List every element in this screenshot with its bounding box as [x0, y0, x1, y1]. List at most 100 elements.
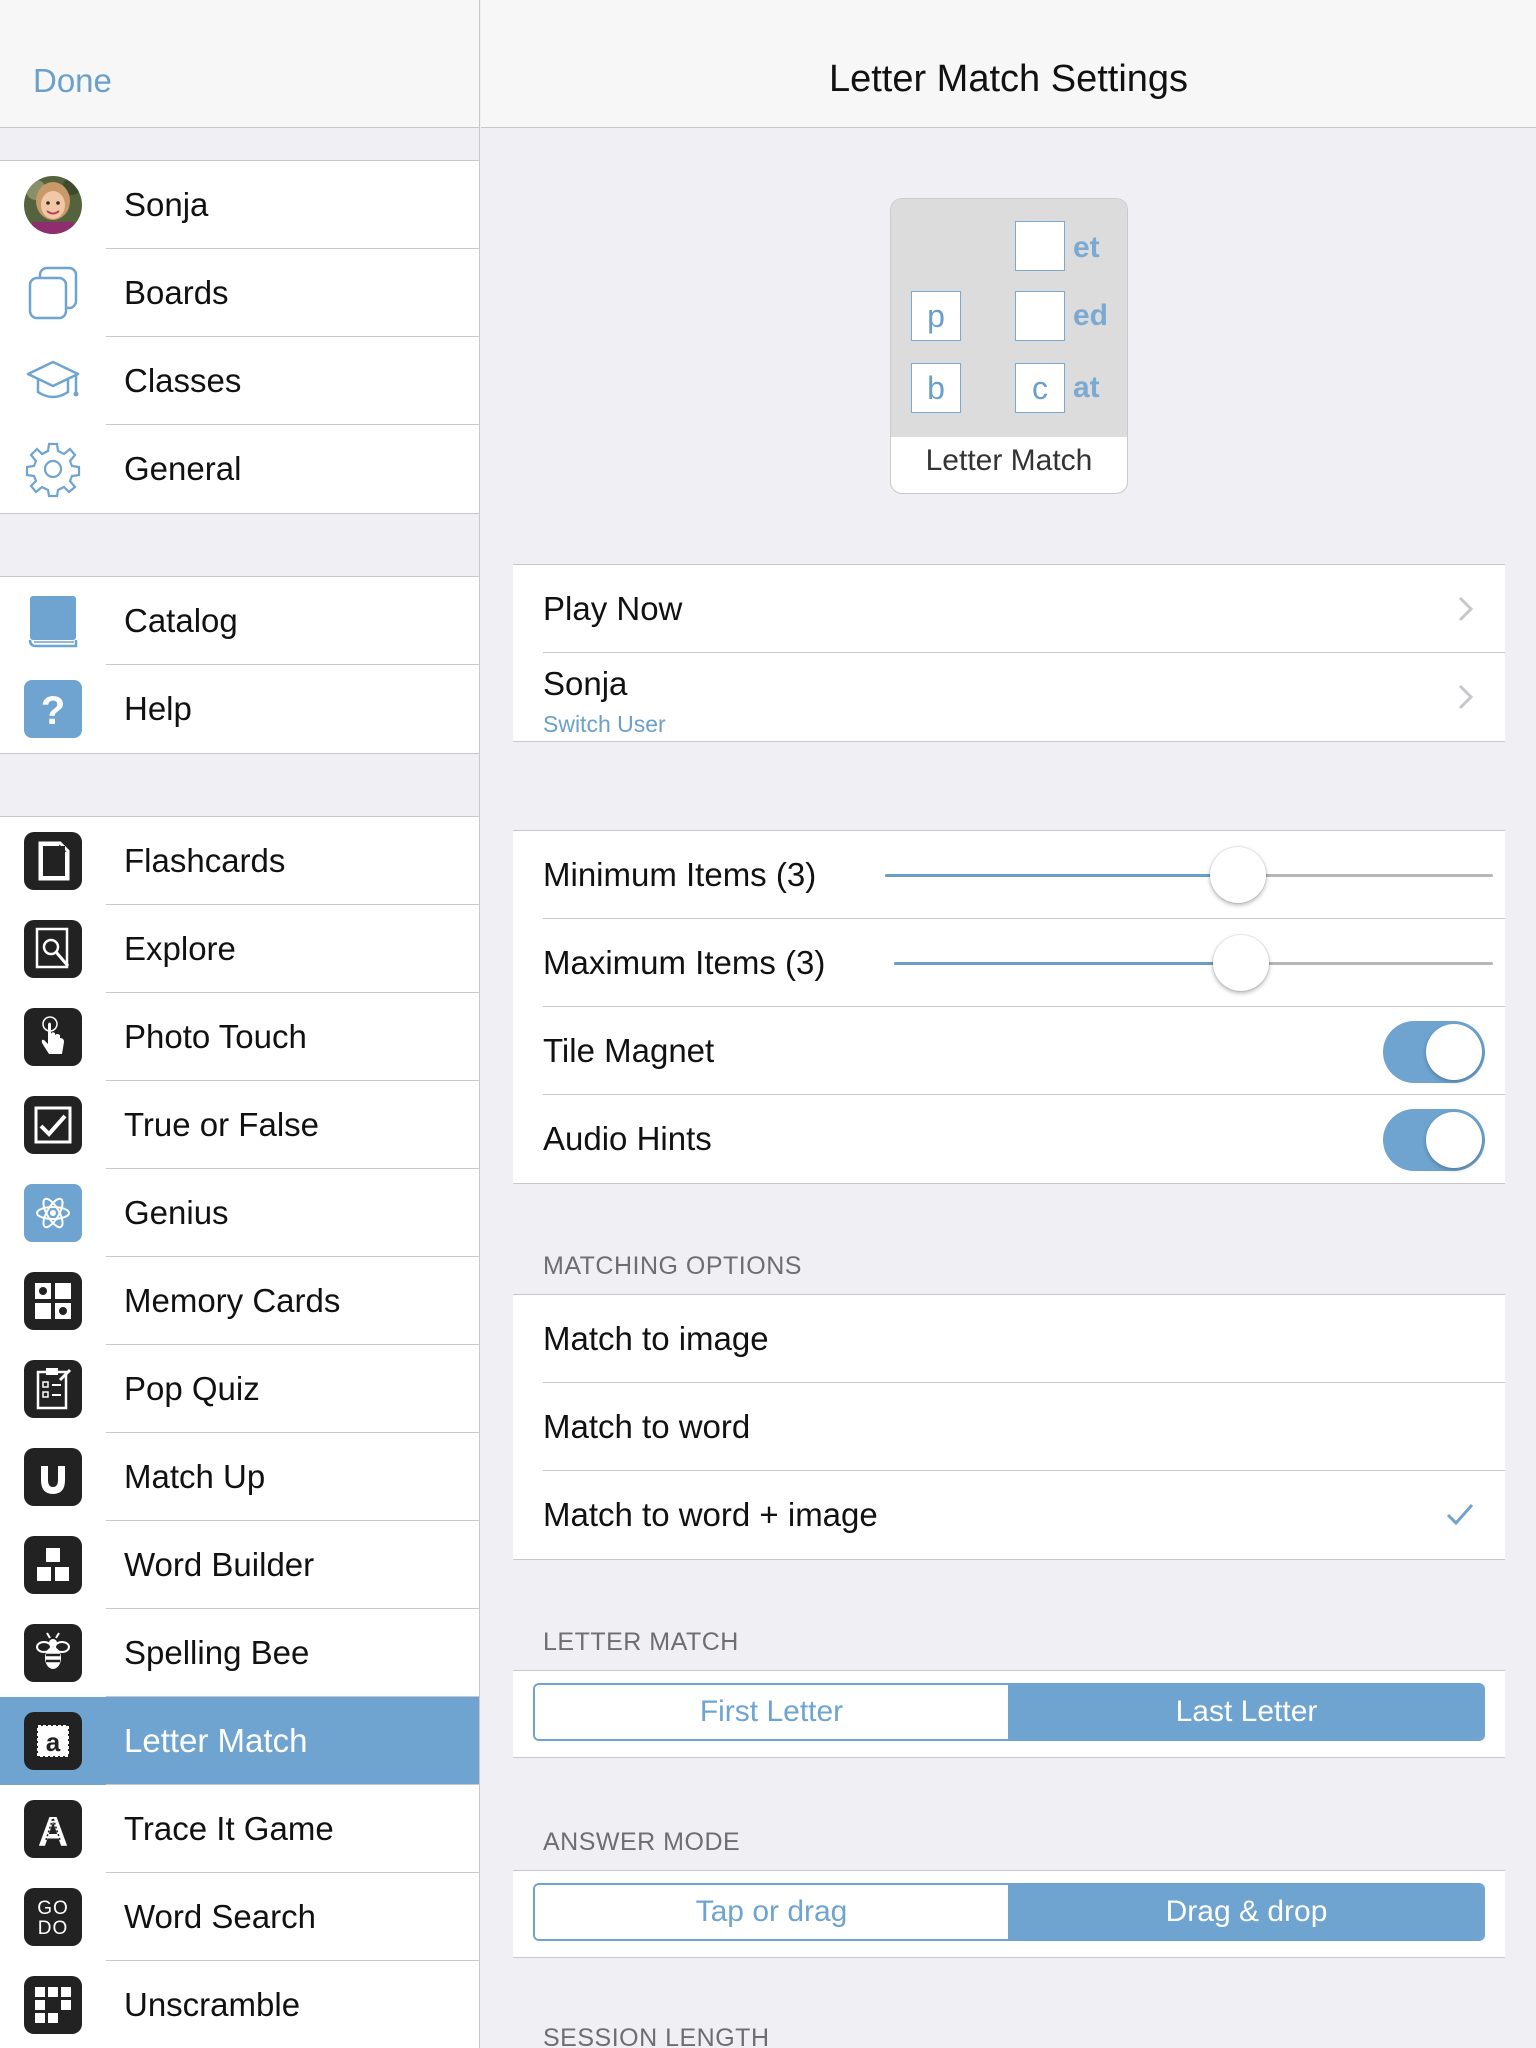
letter-match-card: First Letter Last Letter — [513, 1670, 1505, 1758]
done-button[interactable]: Done — [33, 62, 112, 100]
sidebar-item-label: General — [124, 450, 242, 487]
play-now-row[interactable]: Play Now — [513, 565, 1505, 653]
sidebar-item-true-or-false[interactable]: True or False — [0, 1081, 479, 1169]
sidebar-item-flashcards[interactable]: Flashcards — [0, 817, 479, 905]
sidebar-item-label: Unscramble — [124, 1986, 301, 2023]
atom-icon — [24, 1184, 82, 1242]
sidebar-item-explore[interactable]: Explore — [0, 905, 479, 993]
page-title: Letter Match Settings — [828, 58, 1189, 100]
match-option-row[interactable]: Match to word + image — [513, 1471, 1505, 1559]
audio-hints-toggle[interactable] — [1383, 1109, 1485, 1171]
slider-fill — [894, 962, 1242, 965]
chevron-right-icon — [1458, 596, 1474, 622]
sidebar-item-genius[interactable]: Genius — [0, 1169, 479, 1257]
answer-mode-header: ANSWER MODE — [543, 1828, 741, 1856]
word-suffix: ed — [1073, 299, 1109, 332]
match-option-label: Match to image — [543, 1320, 769, 1357]
min-items-row: Minimum Items (3) — [513, 831, 1505, 919]
magnet-icon — [24, 1448, 82, 1506]
sidebar-item-memory-cards[interactable]: Memory Cards — [0, 1257, 479, 1345]
touch-hand-icon — [24, 1008, 82, 1066]
sidebar-item-label: Sonja — [124, 186, 209, 223]
preview-caption: Letter Match — [925, 444, 1093, 477]
magnifier-icon — [24, 920, 82, 978]
sidebar-item-boards[interactable]: Boards — [0, 249, 479, 337]
boards-icon — [24, 264, 82, 322]
sidebar-item-label: Pop Quiz — [124, 1370, 260, 1407]
word-suffix: at — [1073, 371, 1100, 404]
slider-fill — [885, 874, 1238, 877]
segment-first-letter[interactable]: First Letter — [535, 1685, 1008, 1739]
settings-sidebar: Done Sonja Boards Classes General Catalo… — [0, 0, 480, 2048]
sidebar-item-label: Word Builder — [124, 1546, 315, 1583]
match-option-row[interactable]: Match to word — [513, 1383, 1505, 1471]
answer-mode-segmented-control: Tap or drag Drag & drop — [533, 1883, 1485, 1941]
tile-magnet-label: Tile Magnet — [543, 1032, 715, 1069]
match-option-label: Match to word — [543, 1408, 751, 1445]
sidebar-item-photo-touch[interactable]: Photo Touch — [0, 993, 479, 1081]
segment-drag-and-drop[interactable]: Drag & drop — [1008, 1885, 1483, 1939]
sidebar-group-games: Flashcards Explore Photo Touch True or F… — [0, 816, 479, 2048]
sidebar-item-pop-quiz[interactable]: Pop Quiz — [0, 1345, 479, 1433]
letter-tile: p — [911, 291, 961, 341]
letter-a-icon: a — [24, 1712, 82, 1770]
sidebar-item-label: Match Up — [124, 1458, 266, 1495]
sidebar-item-label: Help — [124, 690, 192, 727]
blank-tile — [1015, 221, 1065, 271]
segment-last-letter[interactable]: Last Letter — [1008, 1685, 1483, 1739]
sidebar-item-letter-match[interactable]: a Letter Match — [0, 1697, 479, 1785]
max-items-row: Maximum Items (3) — [513, 919, 1505, 1007]
sidebar-item-unscramble[interactable]: Unscramble — [0, 1961, 479, 2048]
switch-user-row[interactable]: Sonja Switch User — [513, 653, 1505, 741]
switch-user-label: Switch User — [543, 711, 666, 737]
sidebar-item-trace-it-game[interactable]: A Trace It Game — [0, 1785, 479, 1873]
options-card: Minimum Items (3) Maximum Items (3) Tile… — [513, 830, 1505, 1184]
slider-knob[interactable] — [1213, 935, 1270, 991]
sidebar-item-label: Trace It Game — [124, 1810, 334, 1847]
bee-icon — [24, 1624, 82, 1682]
preview-art: p b c et ed at — [891, 199, 1127, 437]
sidebar-item-label: Memory Cards — [124, 1282, 341, 1319]
svg-text:?: ? — [41, 689, 65, 733]
checkmark-icon — [1446, 1504, 1474, 1526]
tile-magnet-toggle[interactable] — [1383, 1021, 1485, 1083]
nav-bar: Letter Match Settings — [481, 0, 1536, 128]
play-now-label: Play Now — [543, 590, 683, 627]
sidebar-item-label: Word Search — [124, 1898, 316, 1935]
svg-text:A: A — [38, 1808, 68, 1855]
matching-options-header: MATCHING OPTIONS — [543, 1252, 802, 1280]
sidebar-item-label: Classes — [124, 362, 242, 399]
sidebar-item-general[interactable]: General — [0, 425, 479, 513]
match-option-row[interactable]: Match to image — [513, 1295, 1505, 1383]
sidebar-item-label: Genius — [124, 1194, 229, 1231]
letter-tile: c — [1015, 363, 1065, 413]
letter-tile: b — [911, 363, 961, 413]
svg-text:a: a — [46, 1727, 61, 1757]
sidebar-item-label: True or False — [124, 1106, 320, 1143]
min-items-label: Minimum Items (3) — [543, 856, 817, 893]
word-search-icon: GO DO — [24, 1888, 82, 1946]
sidebar-item-match-up[interactable]: Match Up — [0, 1433, 479, 1521]
word-suffix: et — [1073, 231, 1100, 264]
quiz-clipboard-icon — [24, 1360, 82, 1418]
sidebar-item-classes[interactable]: Classes — [0, 337, 479, 425]
letter-A-trace-icon: A — [24, 1800, 82, 1858]
sidebar-item-help[interactable]: ? Help — [0, 665, 479, 753]
sidebar-item-word-search[interactable]: GO DO Word Search — [0, 1873, 479, 1961]
sidebar-item-label: Photo Touch — [124, 1018, 307, 1055]
segment-tap-or-drag[interactable]: Tap or drag — [535, 1885, 1008, 1939]
book-icon — [24, 592, 82, 650]
sidebar-item-sonja[interactable]: Sonja — [0, 161, 479, 249]
user-name-label: Sonja — [543, 665, 628, 702]
sidebar-item-catalog[interactable]: Catalog — [0, 577, 479, 665]
tile-magnet-row: Tile Magnet — [513, 1007, 1505, 1095]
sidebar-group-resources: Catalog ? Help — [0, 576, 479, 754]
sidebar-item-word-builder[interactable]: Word Builder — [0, 1521, 479, 1609]
sidebar-group-account: Sonja Boards Classes General — [0, 160, 479, 514]
sidebar-item-spelling-bee[interactable]: Spelling Bee — [0, 1609, 479, 1697]
sidebar-header: Done — [0, 0, 479, 128]
max-items-slider[interactable] — [894, 933, 1493, 993]
slider-knob[interactable] — [1209, 847, 1266, 903]
min-items-slider[interactable] — [885, 845, 1493, 905]
sidebar-item-label: Explore — [124, 930, 236, 967]
